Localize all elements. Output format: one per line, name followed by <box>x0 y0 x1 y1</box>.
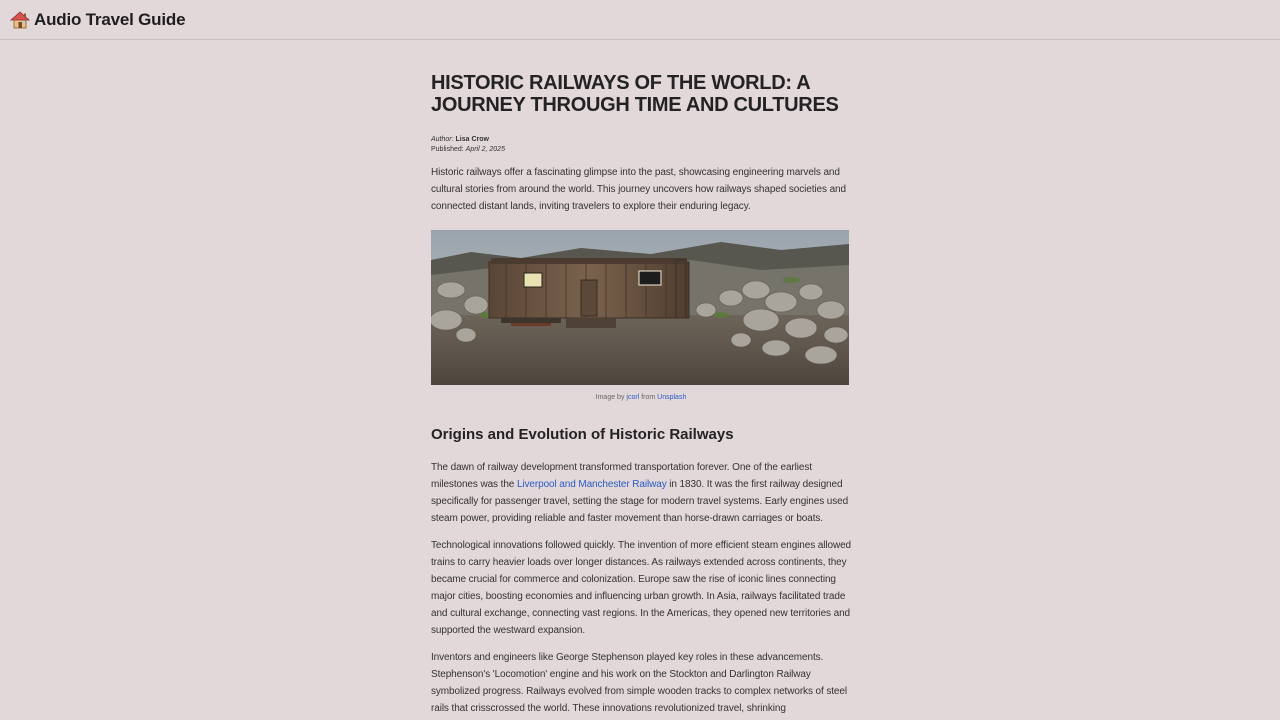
author-label: Author: <box>431 136 454 143</box>
brand-title: Audio Travel Guide <box>34 9 186 29</box>
house-icon <box>9 10 31 30</box>
paragraph-innovations: Technological innovations followed quick… <box>431 540 851 636</box>
author-name: Lisa Crow <box>455 136 489 143</box>
photographer-link[interactable]: jcorl <box>626 394 639 401</box>
caption-prefix: Image by <box>595 394 625 401</box>
paragraph-inventors: Inventors and engineers like George Step… <box>431 652 847 714</box>
published-label: Published: <box>431 146 464 153</box>
published-line: Published: April 2, 2025 <box>431 145 851 155</box>
image-caption: Image by jcorl from Unsplash <box>431 394 851 401</box>
article-title: HISTORIC RAILWAYS OF THE WORLD: A JOURNE… <box>431 72 839 116</box>
caption-middle: from <box>641 394 656 401</box>
author-line: Author: Lisa Crow <box>431 135 851 145</box>
brand-home-link[interactable]: Audio Travel Guide <box>9 9 186 30</box>
top-bar: Audio Travel Guide <box>0 0 1280 40</box>
paragraph-origins: The dawn of railway development transfor… <box>431 459 851 527</box>
liverpool-manchester-link[interactable]: Liverpool and Manchester Railway <box>517 479 667 490</box>
hero-image <box>431 230 849 385</box>
section-heading: Origins and Evolution of Historic Railwa… <box>431 426 734 443</box>
article: HISTORIC RAILWAYS OF THE WORLD: A JOURNE… <box>431 72 851 717</box>
unsplash-link[interactable]: Unsplash <box>657 394 686 401</box>
article-meta: Author: Lisa Crow Published: April 2, 20… <box>431 135 851 155</box>
intro-paragraph: Historic railways offer a fascinating gl… <box>431 167 846 212</box>
published-date: April 2, 2025 <box>465 146 505 153</box>
